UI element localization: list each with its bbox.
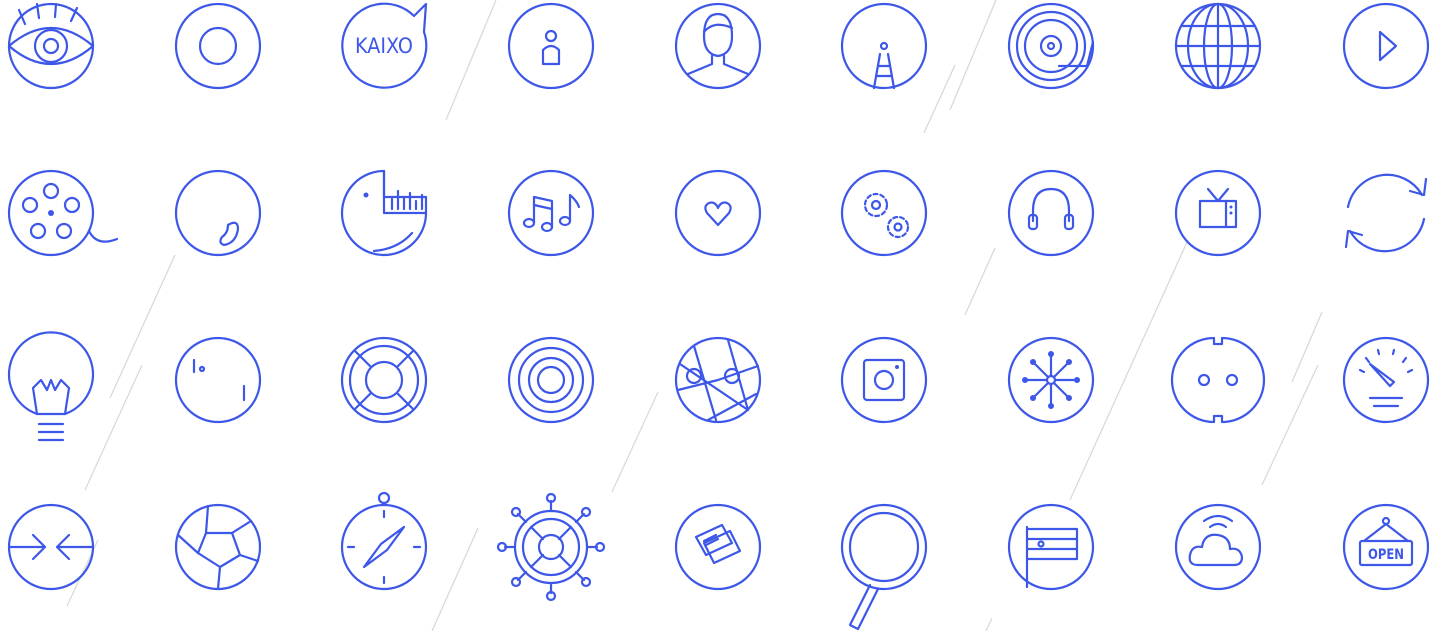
headphones-icon — [1007, 169, 1095, 257]
bean-icon — [174, 169, 262, 257]
lightbulb-icon — [7, 331, 95, 442]
speech-bubble-text: KAIXO — [355, 34, 413, 58]
camera-aperture-icon — [174, 503, 262, 591]
speedometer-icon — [1342, 336, 1430, 424]
decorative-lines — [66, 0, 1323, 631]
film-reel-icon — [7, 169, 119, 257]
speech-bubble-icon: KAIXO — [341, 2, 428, 89]
pong-icon — [174, 336, 262, 424]
gears-icon — [840, 169, 928, 257]
flag-icon — [1007, 503, 1095, 591]
target-icon — [507, 336, 595, 424]
wifi-cloud-icon — [1174, 503, 1262, 591]
magnifier-icon — [840, 503, 928, 631]
music-notes-icon — [507, 169, 595, 257]
turntable-icon — [1007, 2, 1095, 90]
tickets-icon — [674, 503, 762, 591]
lifebuoy-icon — [340, 336, 428, 424]
icon-grid: KAIXO OPEN — [7, 0, 1430, 631]
network-icon — [1007, 336, 1095, 424]
globe-icon — [1174, 2, 1262, 90]
map-icon — [674, 336, 762, 424]
person-icon — [507, 2, 595, 90]
ring-icon — [174, 2, 262, 90]
eye-icon — [7, 2, 95, 90]
open-sign-icon: OPEN — [1342, 503, 1430, 591]
collapse-arrows-icon — [7, 503, 95, 591]
ship-wheel-icon — [496, 492, 606, 602]
television-icon — [1174, 169, 1262, 257]
pacman-chart-icon — [340, 169, 428, 257]
road-icon — [840, 2, 928, 90]
play-icon — [1342, 2, 1430, 90]
power-socket-icon — [1170, 336, 1266, 424]
refresh-icon — [1344, 173, 1428, 253]
heart-icon — [674, 169, 762, 257]
instagram-icon — [840, 336, 928, 424]
compass-icon — [340, 491, 428, 591]
user-portrait-icon — [674, 2, 762, 90]
open-sign-text: OPEN — [1368, 547, 1404, 563]
